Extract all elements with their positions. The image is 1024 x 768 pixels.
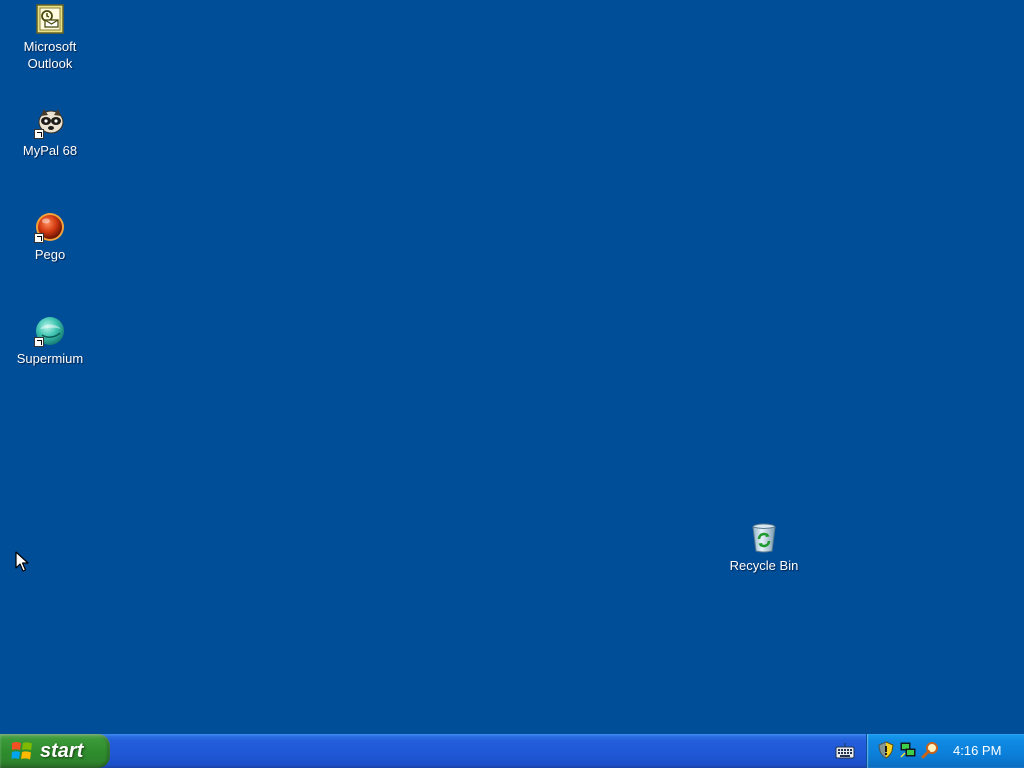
mouse-pointer-icon [15,551,29,573]
desktop-icon-label: MyPal 68 [22,143,78,158]
shortcut-arrow-icon [34,129,44,139]
supermium-icon [34,315,66,347]
desktop-icon-supermium[interactable]: Supermium [5,315,95,367]
desktop-icon-recycle-bin[interactable]: Recycle Bin [719,522,809,574]
outlook-icon [34,3,66,35]
desktop-icon-microsoft-outlook[interactable]: Microsoft Outlook [5,3,95,72]
clock[interactable]: 4:16 PM [953,734,1001,768]
start-button[interactable]: start [0,734,110,768]
desktop-icon-pego[interactable]: Pego [5,211,95,263]
recycle-bin-icon [748,522,780,554]
search-icon[interactable] [921,741,939,759]
desktop-icon-mypal-68[interactable]: MyPal 68 [5,107,95,159]
shortcut-arrow-icon [34,337,44,347]
shortcut-arrow-icon [34,233,44,243]
pego-icon [34,211,66,243]
mypal-icon [34,107,66,139]
taskbar: start 4:16 PM [0,734,1024,768]
desktop-icon-label: Supermium [16,351,84,366]
security-shield-icon[interactable] [877,741,895,759]
desktop-icon-label: Pego [34,247,66,262]
network-icon[interactable] [899,741,917,759]
desktop[interactable]: Microsoft Outlook MyPal 68 Pego Supermiu… [0,0,1024,734]
desktop-icon-label: Microsoft Outlook [23,39,77,71]
start-label: start [40,739,84,762]
keyboard-icon[interactable] [835,742,855,760]
windows-logo-icon [10,739,34,763]
desktop-icon-label: Recycle Bin [729,558,799,573]
system-tray: 4:16 PM [866,734,1024,768]
